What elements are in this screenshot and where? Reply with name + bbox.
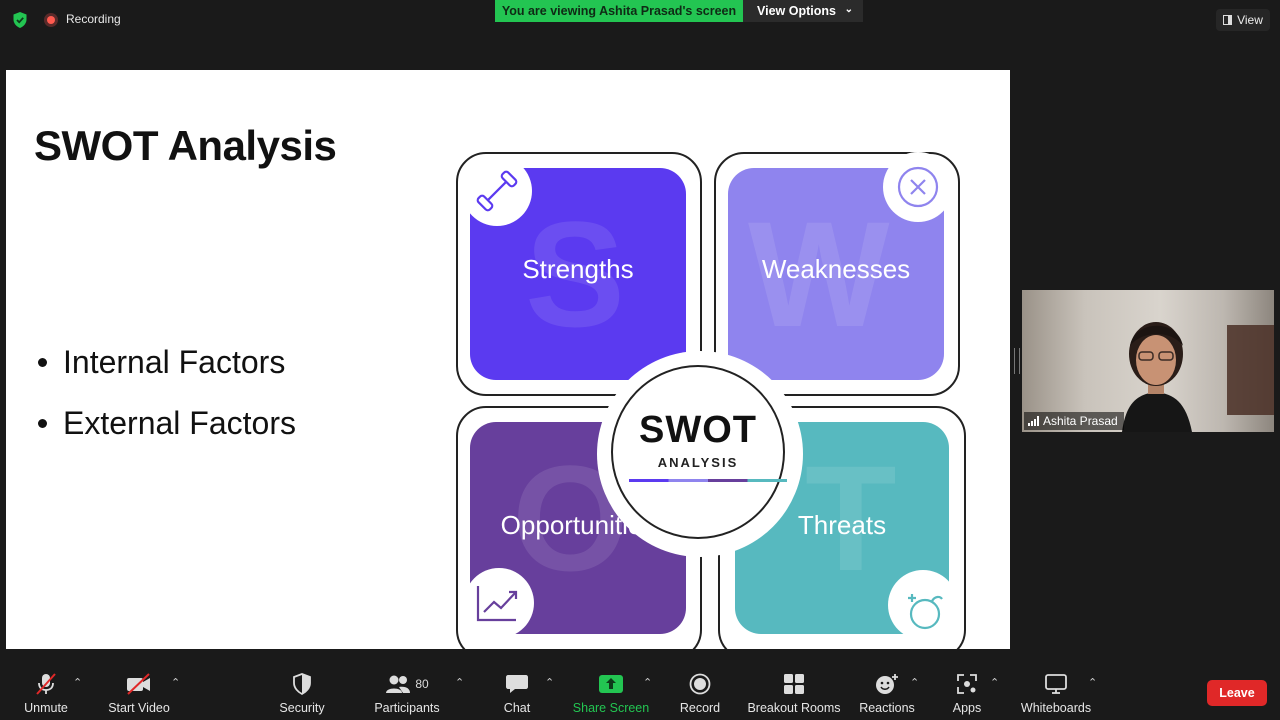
whiteboards-options-caret[interactable]: ⌃ [1088,676,1097,689]
share-options-caret[interactable]: ⌃ [643,676,652,689]
chat-bubble-icon [506,675,528,693]
leave-button[interactable]: Leave [1207,680,1267,706]
bullet-dot [38,358,47,367]
participant-video-image [1122,322,1274,432]
bullet-dot [38,419,47,428]
resize-handle[interactable] [1014,348,1020,374]
view-layout-icon [1223,15,1233,25]
participant-name-tag: Ashita Prasad [1024,412,1124,430]
apps-label: Apps [952,701,982,715]
shield-icon [293,673,311,695]
participant-name: Ashita Prasad [1043,414,1118,428]
whiteboards-label: Whiteboards [1020,701,1092,715]
shared-screen-slide: SWOT Analysis Internal Factors External … [6,70,1010,649]
start-video-label: Start Video [108,701,170,715]
apps-button[interactable]: Apps [947,660,987,720]
top-bar: Recording You are viewing Ashita Prasad'… [0,0,1280,40]
quadrant-label: Strengths [522,254,634,284]
meeting-toolbar: Unmute ⌃ Start Video ⌃ Security 80 Parti… [0,660,1280,720]
reactions-label: Reactions [859,701,915,715]
participants-icon [386,675,411,693]
view-options-button[interactable]: View Options ⌄ [743,0,863,22]
whiteboard-icon [1045,674,1067,694]
slide-title: SWOT Analysis [34,122,337,169]
slide-bullet-list: Internal Factors External Factors [38,332,296,454]
center-color-bar [629,479,787,482]
bullet-text: Internal Factors [63,344,286,380]
emoji-reaction-icon [876,674,898,694]
participants-options-caret[interactable]: ⌃ [455,676,464,689]
view-options-label: View Options [757,4,836,18]
video-options-caret[interactable]: ⌃ [171,676,180,689]
participant-video-tile[interactable]: Ashita Prasad [1022,290,1274,432]
recording-label: Recording [66,12,121,26]
trending-up-icon [464,568,534,638]
participants-label: Participants [374,701,440,715]
start-video-button[interactable]: Start Video [104,660,174,720]
apps-icon [957,674,977,694]
chat-options-caret[interactable]: ⌃ [545,676,554,689]
close-circle-icon [883,152,953,222]
breakout-rooms-button[interactable]: Breakout Rooms [746,660,842,720]
quadrant-label: Weaknesses [761,254,911,284]
record-label: Record [679,701,721,715]
apps-options-caret[interactable]: ⌃ [990,676,999,689]
recording-icon [44,13,58,27]
center-swot-badge: SWOT ANALYSIS [611,365,787,539]
unmute-label: Unmute [24,701,68,715]
participants-button[interactable]: 80 Participants [370,660,444,720]
chevron-down-icon: ⌄ [844,4,853,15]
share-screen-button[interactable]: Share Screen [572,660,650,720]
security-label: Security [279,701,325,715]
swot-diagram: S Strengths W Weaknesses O Opportunities… [448,138,988,649]
security-button[interactable]: Security [272,660,332,720]
share-screen-icon [599,675,623,693]
reactions-options-caret[interactable]: ⌃ [910,676,919,689]
record-icon [689,673,711,695]
chat-button[interactable]: Chat [495,660,539,720]
reactions-button[interactable]: Reactions [857,660,917,720]
audio-options-caret[interactable]: ⌃ [73,676,82,689]
dumbbell-icon [462,156,532,226]
breakout-rooms-icon [784,674,804,694]
view-button-label: View [1237,13,1263,27]
center-title: SWOT [639,409,757,451]
security-shield-icon[interactable] [12,11,28,29]
bullet-item: External Factors [38,393,296,454]
record-button[interactable]: Record [676,660,724,720]
breakout-rooms-label: Breakout Rooms [747,701,841,715]
video-camera-off-icon [127,673,150,695]
bullet-text: External Factors [63,405,296,441]
signal-strength-icon [1028,416,1039,426]
chat-label: Chat [503,701,531,715]
viewing-screen-banner: You are viewing Ashita Prasad's screen [495,0,743,22]
center-subtitle: ANALYSIS [657,455,739,470]
bomb-icon [888,570,958,640]
share-screen-label: Share Screen [572,701,650,715]
bullet-item: Internal Factors [38,332,296,393]
whiteboards-button[interactable]: Whiteboards [1018,660,1094,720]
view-button[interactable]: View [1216,9,1270,31]
unmute-button[interactable]: Unmute [16,660,76,720]
microphone-muted-icon [36,673,56,695]
participants-count: 80 [415,677,429,691]
